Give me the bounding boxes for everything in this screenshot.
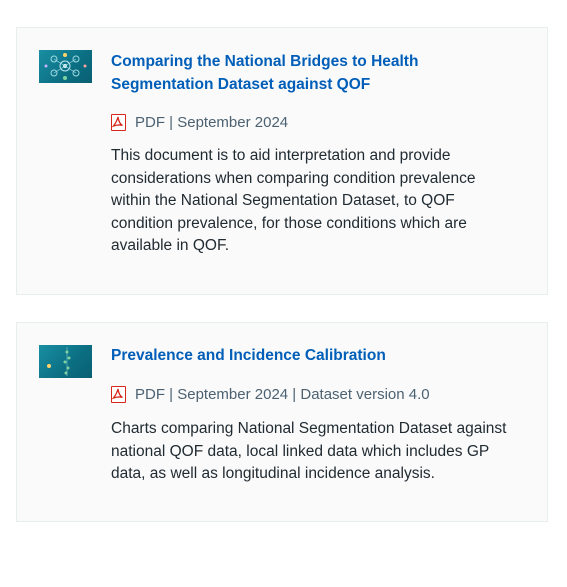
document-title-link[interactable]: Comparing the National Bridges to Health… (111, 50, 441, 96)
document-card: Comparing the National Bridges to Health… (16, 27, 548, 295)
document-meta: PDF | September 2024 | Dataset version 4… (111, 384, 430, 404)
network-diagram-thumbnail[interactable] (39, 50, 92, 83)
document-description: Charts comparing National Segmentation D… (111, 420, 507, 482)
pdf-icon (111, 385, 126, 403)
document-description: This document is to aid interpretation a… (111, 147, 476, 254)
dots-chart-thumbnail[interactable] (39, 345, 92, 378)
document-meta: PDF | September 2024 (111, 112, 288, 132)
document-meta-text: PDF | September 2024 (135, 113, 289, 131)
document-card: Prevalence and Incidence Calibration PDF… (16, 322, 548, 522)
pdf-icon (111, 113, 126, 131)
document-meta-text: PDF | September 2024 | Dataset version 4… (135, 385, 430, 403)
document-title-link[interactable]: Prevalence and Incidence Calibration (111, 344, 441, 367)
